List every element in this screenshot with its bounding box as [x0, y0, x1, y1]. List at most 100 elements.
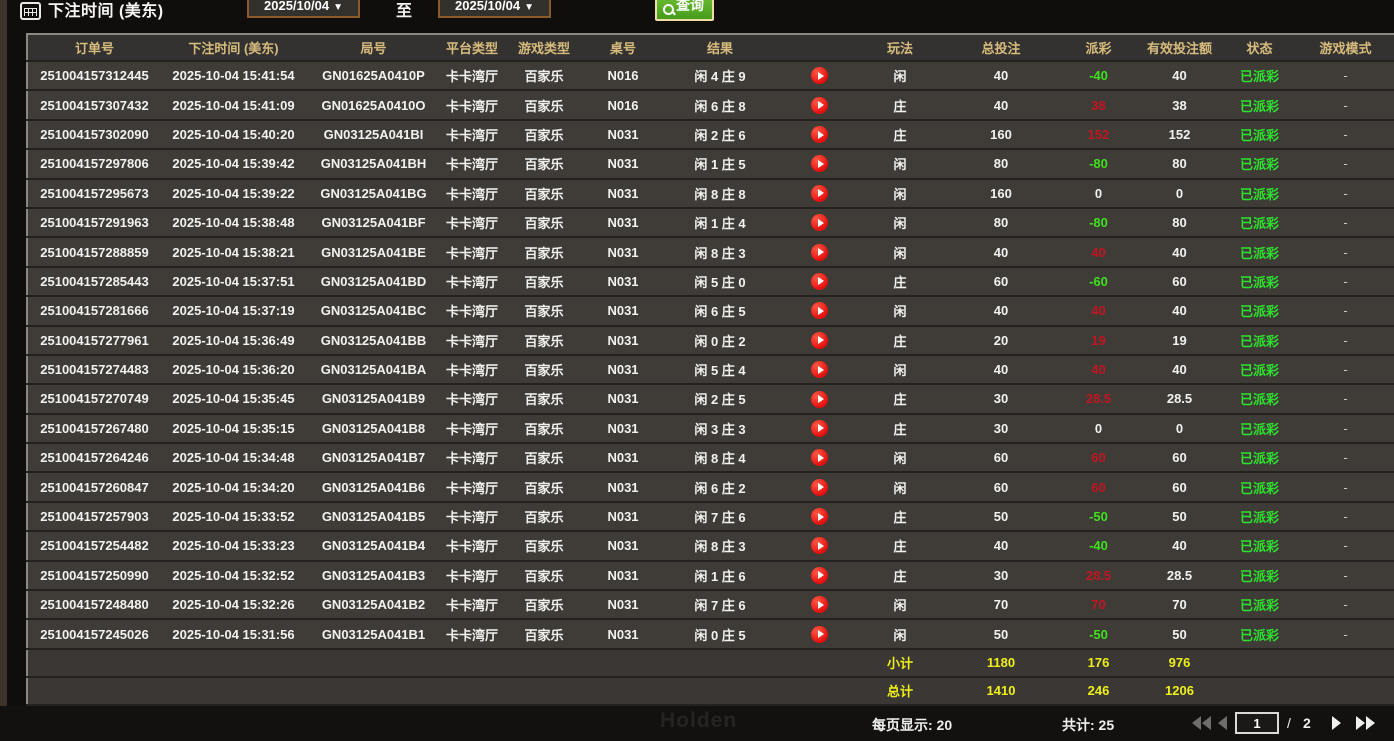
date-from-select[interactable]: 2025/10/04 ▼ [247, 0, 360, 18]
cell-order: 251004157254482 [27, 531, 161, 560]
next-page-icon[interactable] [1332, 716, 1341, 730]
replay-icon[interactable] [811, 332, 828, 349]
cell-result: 闲 6 庄 8 [661, 90, 779, 119]
cell-play [779, 267, 859, 296]
cell-time: 2025-10-04 15:38:21 [161, 237, 306, 266]
cell-mode: - [1296, 414, 1394, 443]
total-count-label: 共计: 25 [1062, 715, 1114, 735]
cell-platform: 卡卡湾厅 [441, 619, 503, 648]
replay-icon[interactable] [811, 626, 828, 643]
cell-table_no: N031 [585, 619, 661, 648]
cell-table_no: N031 [585, 355, 661, 384]
subtotal-row: 小计1180176976 [27, 649, 1394, 677]
replay-icon[interactable] [811, 596, 828, 613]
cell-mode: - [1296, 267, 1394, 296]
cell-order: 251004157257903 [27, 502, 161, 531]
replay-icon[interactable] [811, 126, 828, 143]
query-button[interactable]: 查询 [655, 0, 714, 21]
cell-time: 2025-10-04 15:34:48 [161, 443, 306, 472]
cell-bet: 闲 [859, 149, 941, 178]
empty-cell [1296, 649, 1394, 677]
replay-icon[interactable] [811, 391, 828, 408]
cell-valid_bet: 40 [1136, 355, 1223, 384]
cell-status: 已派彩 [1223, 531, 1296, 560]
cell-result: 闲 0 庄 2 [661, 326, 779, 355]
bet-time-label: 下注时间 (美东) [48, 0, 164, 21]
column-header: 平台类型 [441, 34, 503, 61]
empty-cell [503, 677, 585, 705]
replay-icon[interactable] [811, 185, 828, 202]
replay-icon[interactable] [811, 361, 828, 378]
table-row: 2510041572888592025-10-04 15:38:21GN0312… [27, 237, 1394, 266]
cell-round: GN01625A0410O [306, 90, 441, 119]
replay-icon[interactable] [811, 420, 828, 437]
cell-round: GN03125A041BB [306, 326, 441, 355]
page-number-input[interactable] [1235, 712, 1279, 734]
cell-game_type: 百家乐 [503, 237, 585, 266]
date-to-select[interactable]: 2025/10/04 ▼ [438, 0, 551, 18]
cell-order: 251004157297806 [27, 149, 161, 178]
cell-play [779, 619, 859, 648]
cell-result: 闲 5 庄 4 [661, 355, 779, 384]
cell-payout: -40 [1061, 531, 1136, 560]
replay-icon[interactable] [811, 97, 828, 114]
cell-bet: 闲 [859, 590, 941, 619]
cell-game_type: 百家乐 [503, 296, 585, 325]
grand-total-row-valid-bet: 1206 [1136, 677, 1223, 705]
replay-icon[interactable] [811, 449, 828, 466]
replay-icon[interactable] [811, 537, 828, 554]
replay-icon[interactable] [811, 508, 828, 525]
cell-game_type: 百家乐 [503, 502, 585, 531]
replay-icon[interactable] [811, 214, 828, 231]
last-page-icon[interactable] [1356, 716, 1375, 730]
cell-game_type: 百家乐 [503, 120, 585, 149]
cell-mode: - [1296, 120, 1394, 149]
table-row: 2510041572919632025-10-04 15:38:48GN0312… [27, 208, 1394, 237]
empty-cell [503, 649, 585, 677]
cell-order: 251004157250990 [27, 561, 161, 590]
cell-mode: - [1296, 619, 1394, 648]
grand-total-row-label: 总计 [859, 677, 941, 705]
first-page-icon[interactable] [1192, 716, 1211, 730]
cell-time: 2025-10-04 15:35:15 [161, 414, 306, 443]
cell-round: GN03125A041BC [306, 296, 441, 325]
cell-round: GN03125A041B2 [306, 590, 441, 619]
cell-valid_bet: 40 [1136, 61, 1223, 90]
cell-mode: - [1296, 179, 1394, 208]
replay-icon[interactable] [811, 67, 828, 84]
cell-payout: 38 [1061, 90, 1136, 119]
cell-table_no: N031 [585, 414, 661, 443]
cell-game_type: 百家乐 [503, 619, 585, 648]
column-header: 订单号 [27, 34, 161, 61]
empty-cell [661, 677, 779, 705]
cell-result: 闲 7 庄 6 [661, 502, 779, 531]
cell-game_type: 百家乐 [503, 443, 585, 472]
cell-payout: 0 [1061, 179, 1136, 208]
table-row: 2510041572642462025-10-04 15:34:48GN0312… [27, 443, 1394, 472]
cell-order: 251004157285443 [27, 267, 161, 296]
cell-total_bet: 30 [941, 561, 1061, 590]
cell-valid_bet: 50 [1136, 619, 1223, 648]
table-row: 2510041572509902025-10-04 15:32:52GN0312… [27, 561, 1394, 590]
replay-icon[interactable] [811, 479, 828, 496]
replay-icon[interactable] [811, 155, 828, 172]
replay-icon[interactable] [811, 302, 828, 319]
cell-table_no: N031 [585, 531, 661, 560]
cell-game_type: 百家乐 [503, 208, 585, 237]
cell-order: 251004157245026 [27, 619, 161, 648]
replay-icon[interactable] [811, 244, 828, 261]
cell-result: 闲 5 庄 0 [661, 267, 779, 296]
replay-icon[interactable] [811, 567, 828, 584]
cell-play [779, 590, 859, 619]
cell-game_type: 百家乐 [503, 355, 585, 384]
cell-play [779, 90, 859, 119]
cell-valid_bet: 28.5 [1136, 384, 1223, 413]
cell-bet: 庄 [859, 502, 941, 531]
cell-time: 2025-10-04 15:38:48 [161, 208, 306, 237]
cell-play [779, 355, 859, 384]
cell-result: 闲 1 庄 6 [661, 561, 779, 590]
replay-icon[interactable] [811, 273, 828, 290]
empty-cell [1223, 649, 1296, 677]
prev-page-icon[interactable] [1218, 716, 1227, 730]
cell-payout: 40 [1061, 237, 1136, 266]
